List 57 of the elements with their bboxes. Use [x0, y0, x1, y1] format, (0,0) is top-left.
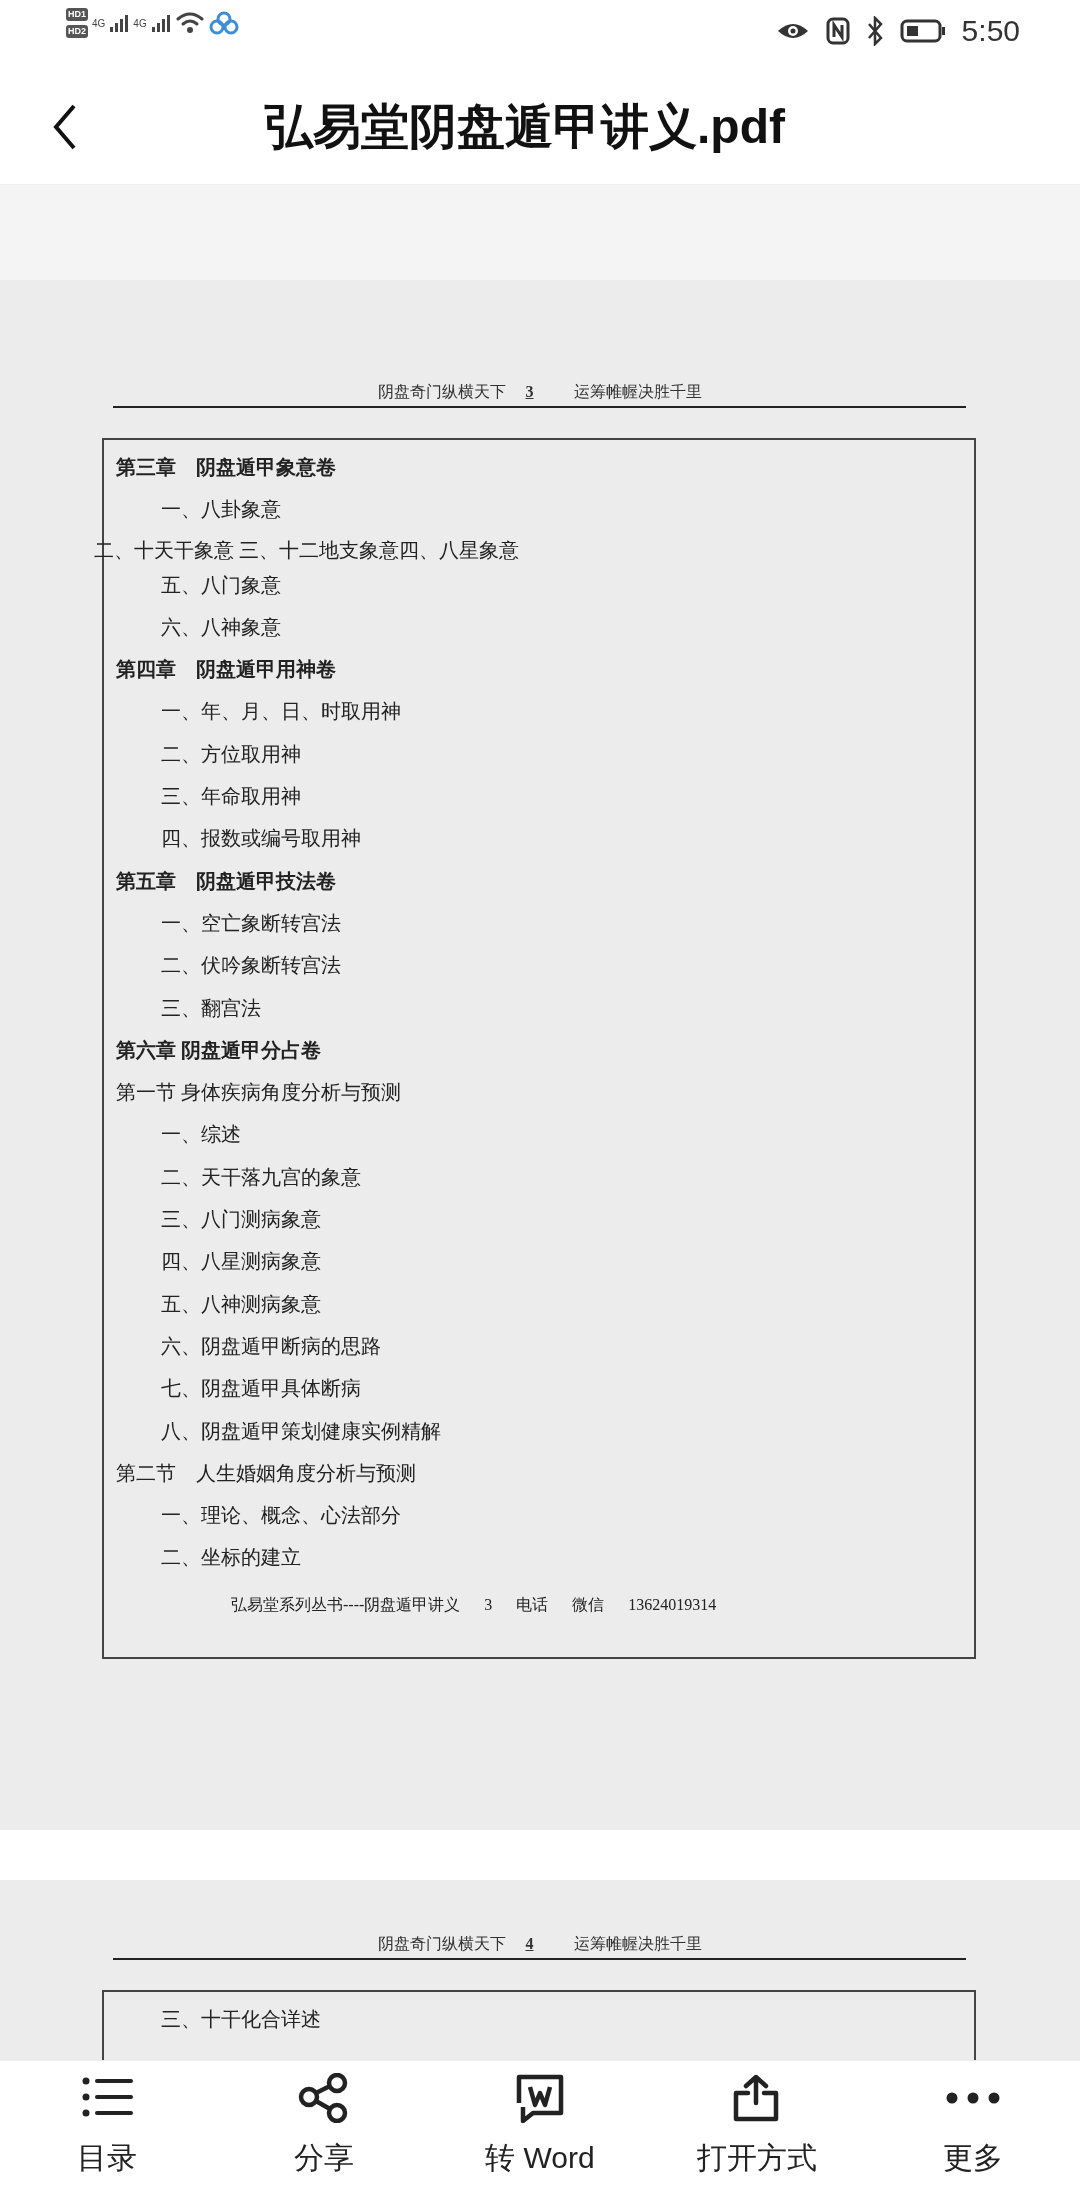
toc-entry: 八、阴盘遁甲策划健康实例精解: [160, 1418, 442, 1444]
toc-entry: 三、八门测病象意: [160, 1207, 322, 1233]
toc-entry: 三、翻宫法: [160, 995, 262, 1021]
toc-entry: 三、年命取用神: [160, 784, 302, 810]
document-title: 弘易堂阴盘遁甲讲义.pdf: [265, 99, 786, 155]
toc-entry: 四、报数或编号取用神: [160, 826, 362, 852]
toc-entry: 三、十干化合详述: [160, 2007, 322, 2032]
wifi-icon: [174, 10, 205, 36]
toc-entry: 一、空亡象断转宫法: [160, 910, 342, 936]
network-label: 4G: [92, 16, 106, 31]
toc-entry: 一、年、月、日、时取用神: [160, 699, 402, 725]
signal-icon: [109, 13, 130, 33]
signal-icon: [150, 13, 171, 33]
toc-entry: 五、八门象意: [160, 572, 282, 598]
toc-entry: 一、综述: [160, 1122, 242, 1148]
section-heading: 第一节 身体疾病角度分析与预测: [116, 1080, 402, 1106]
page-number: 3: [525, 382, 534, 402]
running-header: 阴盘奇门纵横天下: [377, 382, 506, 402]
toc-entry: 四、八星测病象意: [160, 1249, 322, 1275]
toc-entry: 六、八神象意: [160, 614, 282, 640]
bluetooth-icon: [865, 15, 884, 46]
toc-entry: 六、阴盘遁甲断病的思路: [160, 1333, 382, 1359]
page-footer-text: 电话: [516, 1594, 549, 1615]
chapter-heading: 第六章 阴盘遁甲分占卷: [116, 1037, 322, 1063]
network-label: 4G: [133, 16, 147, 31]
chapter-heading: 第三章 阴盘遁甲象意卷: [116, 455, 337, 480]
running-header: 运筹帷幄决胜千里: [573, 382, 702, 402]
sim-badge: HD1: [66, 8, 88, 21]
toc-entry: 一、理论、概念、心法部分: [160, 1503, 402, 1529]
cloud-rings-icon: [208, 11, 239, 35]
toc-entry: 二、坐标的建立: [160, 1545, 302, 1571]
page-footer-text: 微信: [572, 1594, 605, 1615]
nfc-icon: [825, 16, 850, 45]
page-number: 4: [525, 1934, 534, 1954]
toc-entry: 二、伏吟象断转宫法: [160, 953, 342, 979]
chapter-heading: 第五章 阴盘遁甲技法卷: [116, 868, 337, 894]
toolbar-button[interactable]: 分享: [238, 2073, 409, 2204]
toolbar-button[interactable]: 打开方式: [671, 2073, 842, 2204]
toolbar-button[interactable]: 转 Word: [455, 2073, 625, 2204]
toolbar-button[interactable]: 更多: [888, 2073, 1058, 2204]
status-time: 5:50: [961, 13, 1020, 49]
toc-entry: 二、天干落九宫的象意: [160, 1164, 362, 1190]
running-header: 阴盘奇门纵横天下: [377, 1934, 506, 1954]
page-footer-text: 3: [484, 1594, 493, 1615]
toc-entry: 七、阴盘遁甲具体断病: [160, 1376, 362, 1402]
more-icon: [946, 2092, 1000, 2104]
page-footer-text: 13624019314: [628, 1594, 717, 1615]
battery-icon: [899, 17, 946, 44]
chapter-heading: 第四章 阴盘遁甲用神卷: [116, 657, 337, 683]
toc-entry: 二、方位取用神: [160, 741, 302, 767]
running-header: 运筹帷幄决胜千里: [573, 1934, 702, 1954]
page-footer-text: 弘易堂系列丛书----阴盘遁甲讲义: [231, 1594, 461, 1615]
toc-entry: 一、八卦象意: [160, 497, 282, 523]
toolbar-button[interactable]: 目录: [22, 2073, 192, 2204]
toc-entry: 五、八神测病象意: [160, 1291, 322, 1317]
sim-badge: HD2: [66, 25, 88, 38]
section-heading: 第二节 人生婚姻角度分析与预测: [116, 1460, 417, 1486]
